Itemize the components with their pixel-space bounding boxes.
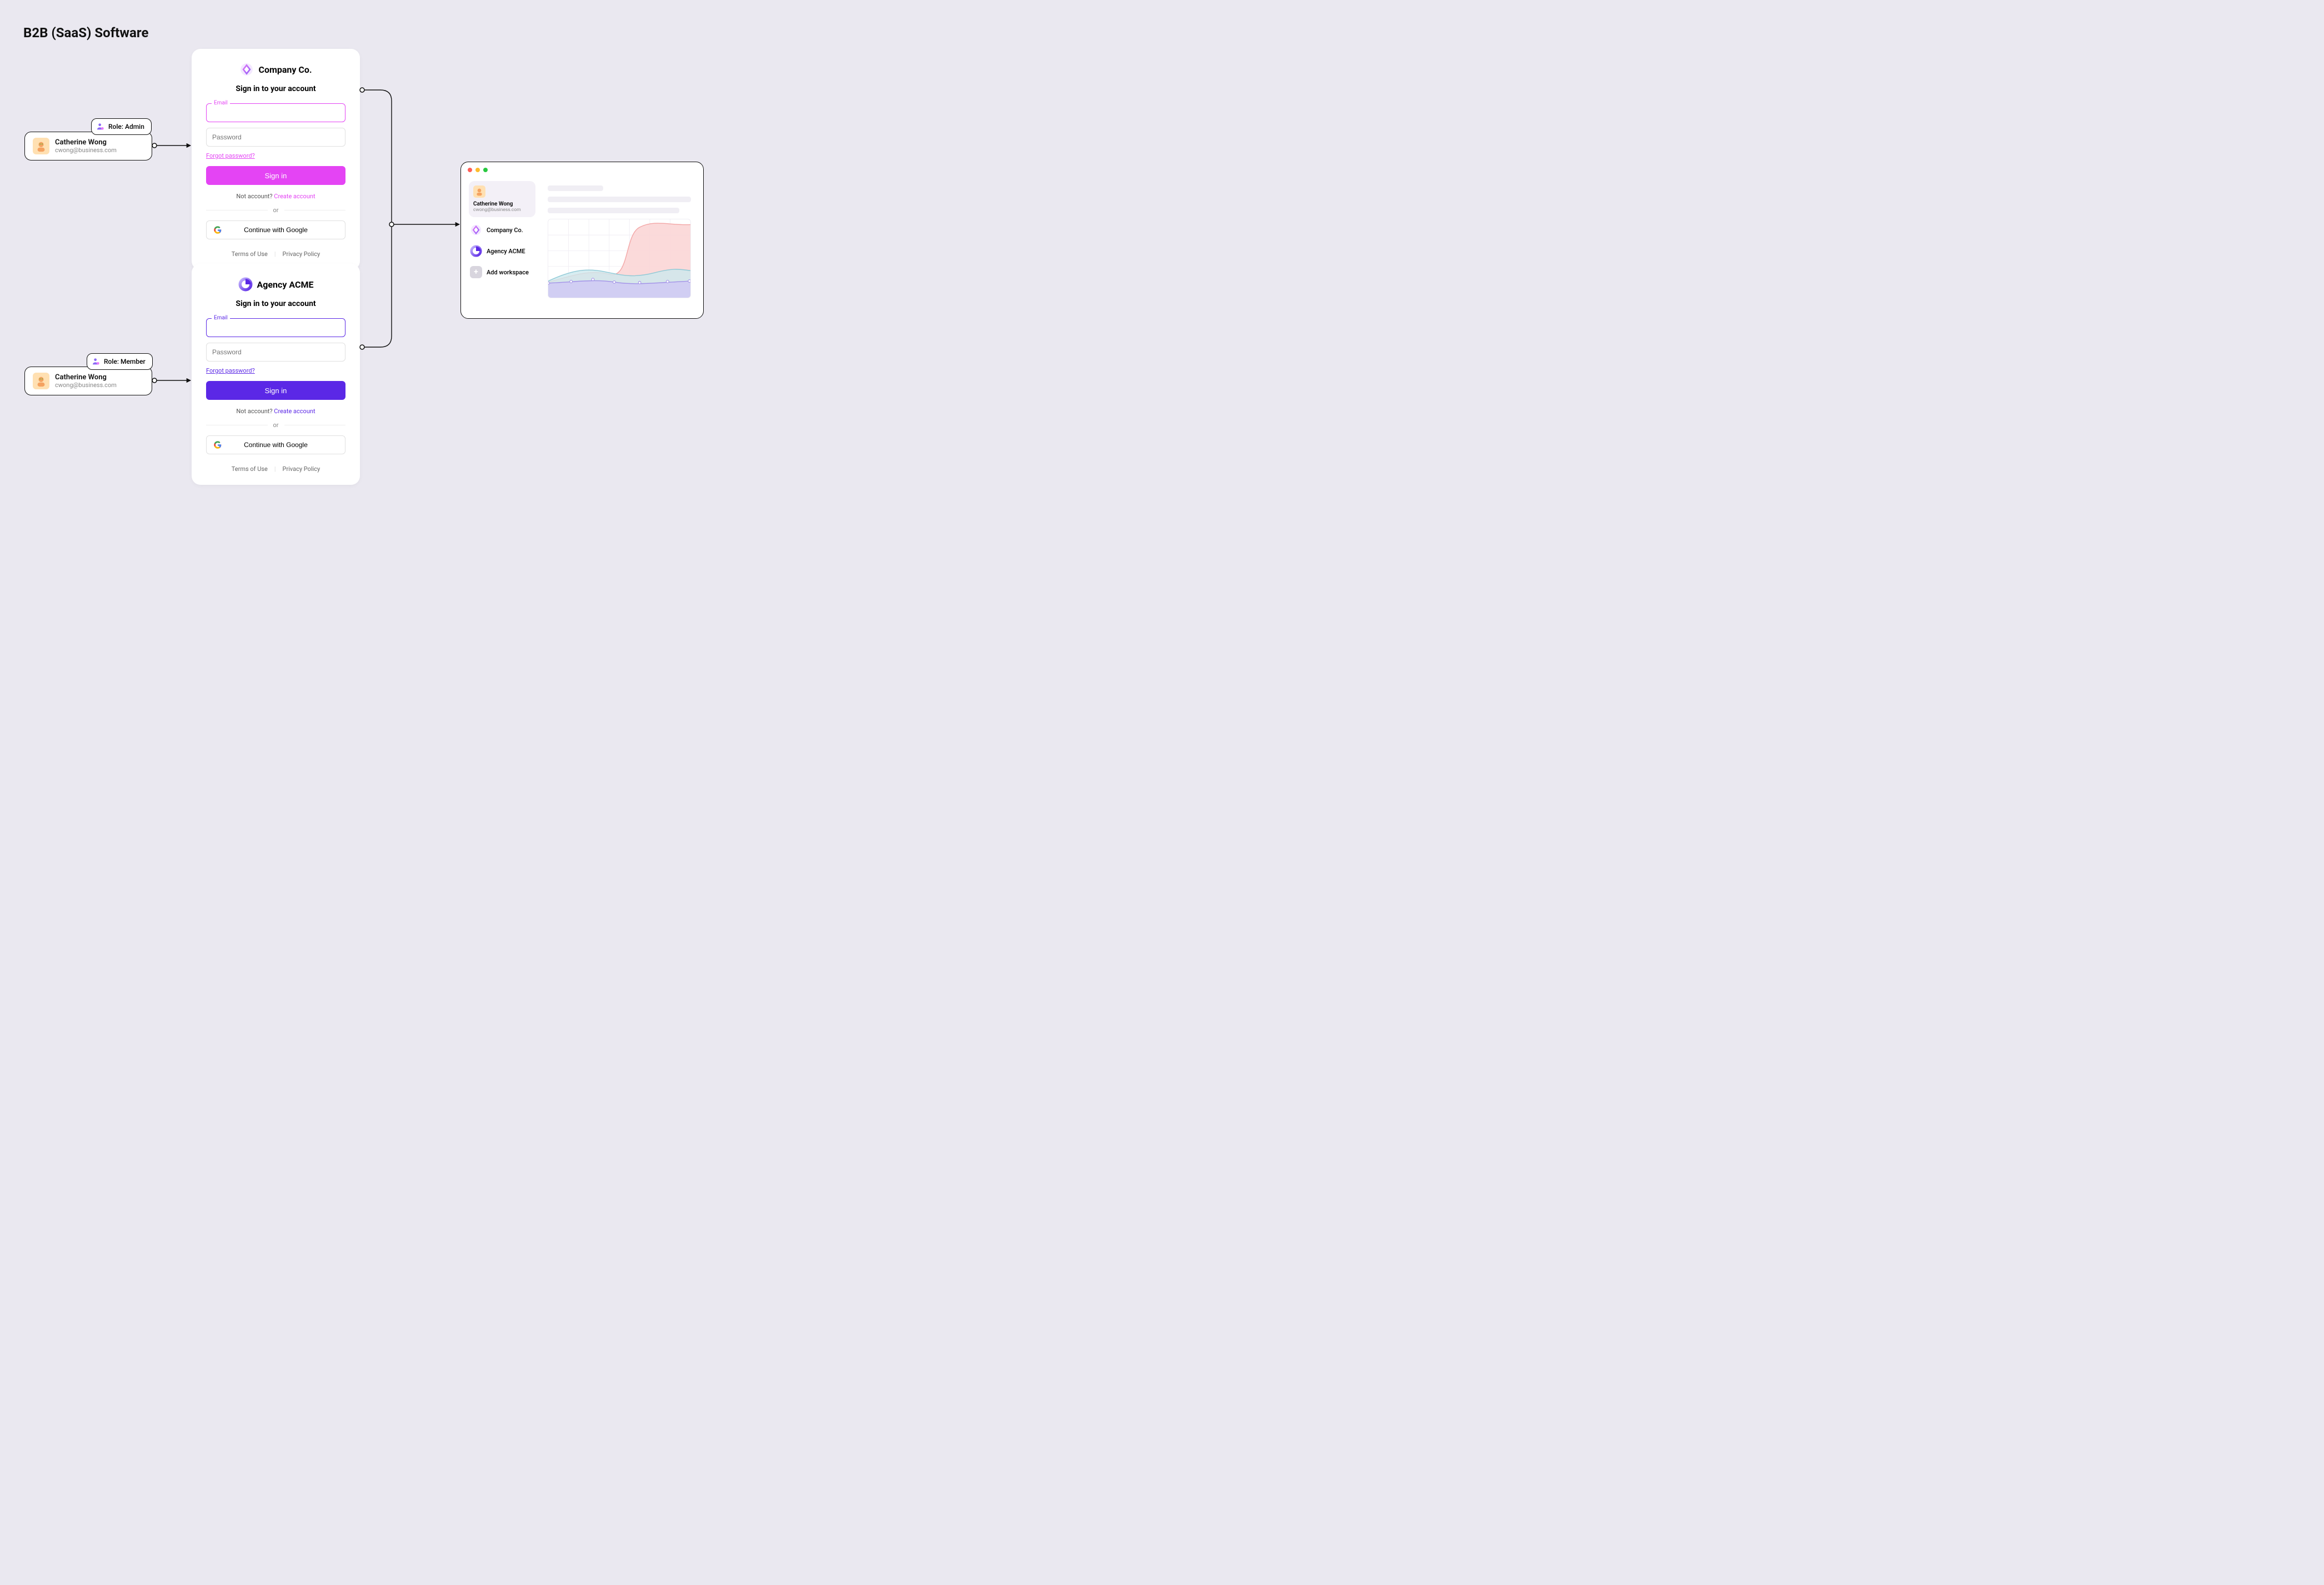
skeleton-title [548,185,603,191]
or-divider: or [273,422,279,429]
email-label: Email [212,100,230,106]
user-email: cwong@business.com [55,147,117,154]
user-email: cwong@business.com [55,382,117,389]
privacy-link[interactable]: Privacy Policy [283,250,320,258]
window-controls [468,168,488,172]
forgot-password-link[interactable]: Forgot password? [206,367,345,374]
user-role-icon [96,122,105,131]
sign-in-button[interactable]: Sign in [206,166,345,185]
role-badge-member: Role: Member [87,353,153,370]
skeleton-line [548,197,691,202]
create-account-link[interactable]: Create account [274,408,315,415]
dashboard-main [543,181,695,303]
brand-name: Company Co. [258,64,312,75]
role-badge-admin: Role: Admin [91,118,152,135]
or-divider: or [273,207,279,214]
user-card-member: Catherine Wong cwong@business.com [24,367,152,395]
user-name: Catherine Wong [55,138,117,147]
forgot-password-link[interactable]: Forgot password? [206,152,345,159]
continue-with-google-button[interactable]: Continue with Google [206,220,345,239]
acme-logo-icon [470,245,482,257]
page-title: B2B (SaaS) Software [23,25,148,41]
auth-subtitle: Sign in to your account [206,299,345,308]
continue-with-google-button[interactable]: Continue with Google [206,435,345,454]
add-workspace-button[interactable]: + Add workspace [469,264,535,280]
email-field[interactable] [206,318,345,337]
sidebar-user-email: cwong@business.com [473,207,531,213]
no-account-text: Not account? [236,193,274,200]
create-account-link[interactable]: Create account [274,193,315,200]
no-account-text: Not account? [236,408,274,415]
google-icon [213,440,222,449]
min-dot-icon [475,168,480,172]
terms-link[interactable]: Terms of Use [232,465,268,473]
password-field[interactable] [206,128,345,147]
sidebar-user-name: Catherine Wong [473,201,531,207]
company-logo-icon [239,62,254,77]
terms-link[interactable]: Terms of Use [232,250,268,258]
email-field[interactable] [206,103,345,122]
dashboard-sidebar: Catherine Wong cwong@business.com Compan… [469,181,535,303]
privacy-link[interactable]: Privacy Policy [283,465,320,473]
sign-in-button[interactable]: Sign in [206,381,345,400]
google-icon [213,225,222,234]
auth-card-company: Company Co. Sign in to your account Emai… [192,49,360,270]
avatar [33,138,49,154]
plus-icon: + [470,266,482,278]
company-logo-icon [470,224,482,236]
chart-placeholder [548,219,691,298]
skeleton-line [548,208,679,213]
auth-card-acme: Agency ACME Sign in to your account Emai… [192,264,360,485]
sidebar-user-card[interactable]: Catherine Wong cwong@business.com [469,181,535,217]
auth-subtitle: Sign in to your account [206,84,345,93]
close-dot-icon [468,168,472,172]
email-label: Email [212,315,230,321]
workspace-item-company[interactable]: Company Co. [469,222,535,238]
user-role-icon [92,357,101,366]
user-name: Catherine Wong [55,373,117,382]
acme-logo-icon [238,277,253,292]
max-dot-icon [483,168,488,172]
workspace-item-acme[interactable]: Agency ACME [469,243,535,259]
dashboard-window: Catherine Wong cwong@business.com Compan… [460,162,704,319]
password-field[interactable] [206,343,345,362]
brand-name: Agency ACME [257,279,314,290]
avatar [473,185,485,198]
user-card-admin: Catherine Wong cwong@business.com [24,132,152,160]
avatar [33,373,49,389]
